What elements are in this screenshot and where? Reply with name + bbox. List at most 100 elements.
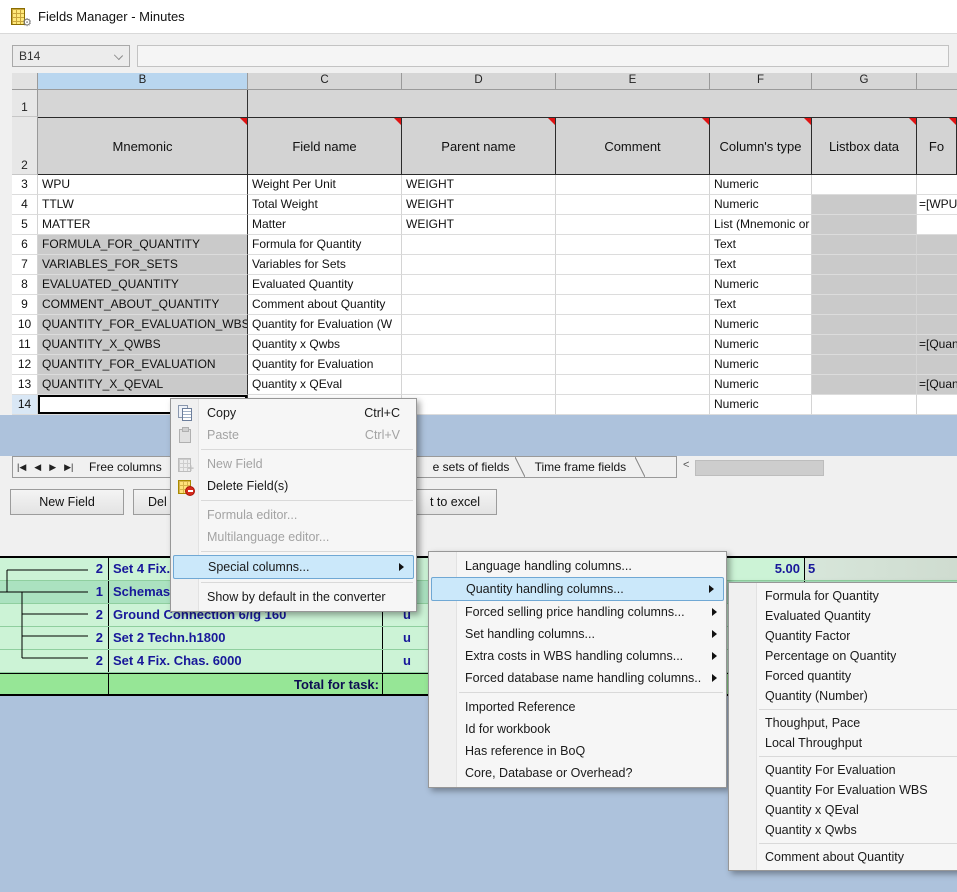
cell-listbox-data[interactable] [812,355,917,375]
cell-formula[interactable] [917,275,957,295]
cell-mnemonic[interactable]: QUANTITY_FOR_EVALUATION_WBS [38,315,248,335]
cell-comment[interactable] [556,255,710,275]
row-number[interactable]: 1 [12,90,38,117]
cell-field-name[interactable]: Comment about Quantity [248,295,402,315]
menu-item[interactable]: Quantity x QEval [729,800,957,820]
menu-item[interactable]: Comment about Quantity [729,847,957,867]
cell-mnemonic[interactable]: QUANTITY_X_QWBS [38,335,248,355]
cell-field-name[interactable]: Variables for Sets [248,255,402,275]
field-header-field-name[interactable]: Field name [248,117,402,175]
horizontal-scrollbar[interactable]: < [679,456,957,478]
field-header-listbox-data[interactable]: Listbox data [812,117,917,175]
cell-mnemonic[interactable]: EVALUATED_QUANTITY [38,275,248,295]
cell-mnemonic[interactable]: QUANTITY_FOR_EVALUATION [38,355,248,375]
cell-parent-name[interactable]: WEIGHT [402,215,556,235]
cell-listbox-data[interactable] [812,315,917,335]
cell-formula[interactable]: =[WPU [917,195,957,215]
cell-formula[interactable]: =[Quan [917,335,957,355]
task-name-cell[interactable]: Set 4 Fix. Chas. 6000 [108,650,382,672]
cell-parent-name[interactable] [402,275,556,295]
row-number[interactable]: 12 [12,355,38,375]
cell-parent-name[interactable] [402,355,556,375]
menu-item[interactable]: Quantity For Evaluation [729,760,957,780]
menu-item[interactable]: Forced quantity [729,666,957,686]
cell-listbox-data[interactable] [812,395,917,415]
cell-formula[interactable]: =[Quan [917,375,957,395]
menu-item[interactable]: Thoughput, Pace [729,713,957,733]
cell-parent-name[interactable] [402,235,556,255]
cell-comment[interactable] [556,375,710,395]
cell-formula[interactable] [917,175,957,195]
menu-item[interactable]: Imported Reference [429,696,726,718]
cell-parent-name[interactable]: WEIGHT [402,195,556,215]
cells-row1-rest[interactable] [248,90,957,117]
row-number[interactable]: 2 [12,117,38,175]
column-header-G[interactable]: G [812,73,917,90]
cell-mnemonic[interactable]: TTLW [38,195,248,215]
menu-item[interactable]: Set handling columns... [429,623,726,645]
field-header-comment[interactable]: Comment [556,117,710,175]
column-header-partial[interactable] [917,73,957,90]
menu-item[interactable]: Quantity (Number) [729,686,957,706]
cell-column-type[interactable]: Numeric [710,315,812,335]
cell-mnemonic[interactable]: MATTER [38,215,248,235]
cell-column-type[interactable]: Numeric [710,355,812,375]
menu-item[interactable]: Special columns... [173,555,414,579]
cell-listbox-data[interactable] [812,195,917,215]
cell-column-type[interactable]: Numeric [710,375,812,395]
cell-comment[interactable] [556,295,710,315]
cell-mnemonic[interactable]: VARIABLES_FOR_SETS [38,255,248,275]
menu-item[interactable]: Quantity Factor [729,626,957,646]
cell-comment[interactable] [556,335,710,355]
cell-listbox-data[interactable] [812,275,917,295]
cell-comment[interactable] [556,215,710,235]
cell-formula[interactable] [917,255,957,275]
cell-mnemonic[interactable]: QUANTITY_X_QEVAL [38,375,248,395]
column-header-D[interactable]: D [402,73,556,90]
last-sheet-button[interactable]: ▶| [60,457,77,477]
field-header-partial[interactable]: Fo [917,117,957,175]
menu-item[interactable]: Quantity handling columns... [431,577,724,601]
cell-name-box[interactable]: B14 [12,45,130,67]
cell-field-name[interactable]: Weight Per Unit [248,175,402,195]
menu-item[interactable]: Core, Database or Overhead? [429,762,726,784]
cell-column-type[interactable]: Numeric [710,395,812,415]
menu-item[interactable]: Quantity For Evaluation WBS [729,780,957,800]
cell-comment[interactable] [556,395,710,415]
cell-field-name[interactable]: Quantity x QEval [248,375,402,395]
cell-listbox-data[interactable] [812,215,917,235]
cell-parent-name[interactable] [402,315,556,335]
scroll-left-arrow-icon[interactable]: < [683,459,689,471]
field-header-mnemonic[interactable]: Mnemonic [38,117,248,175]
cell-column-type[interactable]: Text [710,295,812,315]
cell-formula[interactable] [917,395,957,415]
cell-field-name[interactable]: Matter [248,215,402,235]
cell-mnemonic[interactable]: WPU [38,175,248,195]
cell-parent-name[interactable] [402,395,556,415]
cell-mnemonic[interactable]: FORMULA_FOR_QUANTITY [38,235,248,255]
cell-formula[interactable] [917,235,957,255]
row-number[interactable]: 5 [12,215,38,235]
column-header-C[interactable]: C [248,73,402,90]
column-header-F[interactable]: F [710,73,812,90]
cell-field-name[interactable]: Evaluated Quantity [248,275,402,295]
cell-parent-name[interactable] [402,335,556,355]
cell-column-type[interactable]: Text [710,235,812,255]
cell-comment[interactable] [556,235,710,255]
menu-item[interactable]: Percentage on Quantity [729,646,957,666]
tab-time-frame-fields[interactable]: Time frame fields [525,457,635,477]
menu-item[interactable]: Id for workbook [429,718,726,740]
menu-item[interactable]: Language handling columns... [429,555,726,577]
grid-corner[interactable] [12,73,38,90]
menu-item[interactable]: Show by default in the converter [171,586,416,608]
row-number[interactable]: 14 [12,395,38,415]
cell-listbox-data[interactable] [812,335,917,355]
cell-listbox-data[interactable] [812,295,917,315]
row-number[interactable]: 3 [12,175,38,195]
first-sheet-button[interactable]: |◀ [13,457,30,477]
cell-parent-name[interactable] [402,295,556,315]
cell-column-type[interactable]: Text [710,255,812,275]
menu-item[interactable]: Local Throughput [729,733,957,753]
cell-listbox-data[interactable] [812,375,917,395]
row-number[interactable]: 8 [12,275,38,295]
